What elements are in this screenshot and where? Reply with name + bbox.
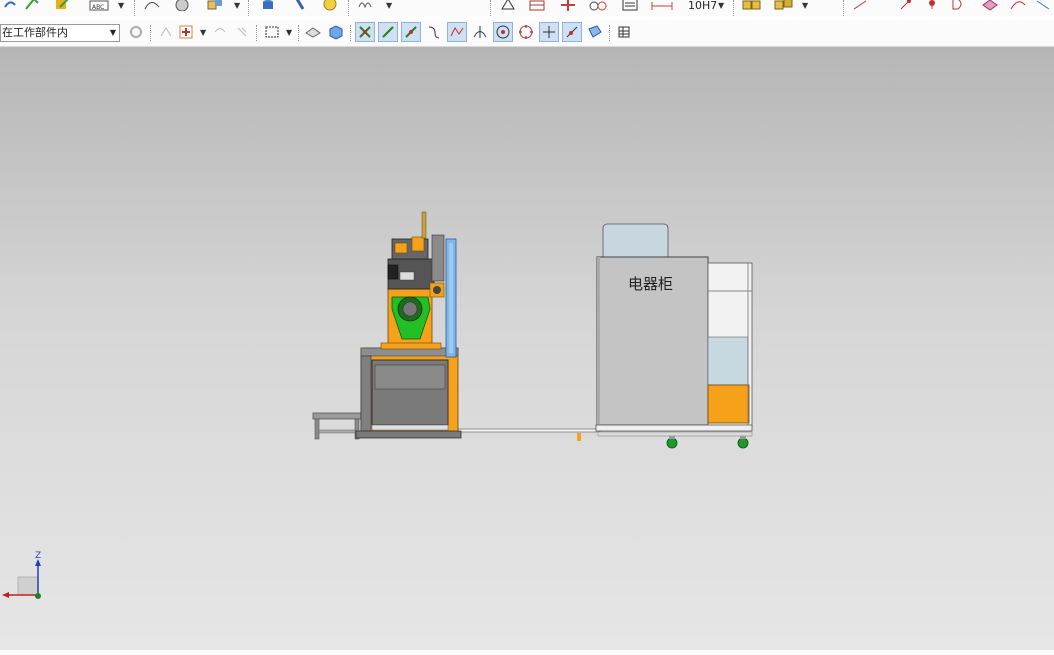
snap-intersection-icon[interactable] bbox=[470, 22, 490, 42]
assembly-tool-icon[interactable] bbox=[205, 0, 225, 14]
top-toolbar: ABC ▼ ▼ ▼ 10H7 ▼ ▼ bbox=[0, 0, 1054, 16]
snap-point-on-face-icon[interactable] bbox=[585, 22, 605, 42]
coordinate-triad bbox=[2, 559, 41, 599]
curve-extract-icon[interactable] bbox=[1008, 0, 1028, 14]
layer-grid-icon[interactable] bbox=[614, 22, 634, 42]
spring-tool-icon[interactable] bbox=[356, 0, 376, 14]
separator bbox=[350, 25, 352, 41]
robot-body bbox=[380, 211, 445, 350]
cross-tool-icon[interactable] bbox=[558, 0, 578, 14]
svg-text:ABC: ABC bbox=[92, 4, 104, 11]
robot-base-frame bbox=[355, 347, 462, 439]
graphics-viewport[interactable]: 电器柜 Z bbox=[0, 47, 1054, 650]
select-add-dropdown-arrow[interactable]: ▼ bbox=[200, 28, 206, 37]
snap-point-on-curve-icon[interactable] bbox=[562, 22, 582, 42]
note-icon[interactable] bbox=[620, 0, 640, 14]
snap-endpoint-icon[interactable] bbox=[355, 22, 375, 42]
sphere-tool-icon[interactable] bbox=[172, 0, 192, 14]
separator bbox=[843, 0, 845, 16]
separator bbox=[248, 0, 250, 16]
snap-existing-point-icon[interactable] bbox=[539, 22, 559, 42]
snap-quadrant-icon[interactable] bbox=[516, 22, 536, 42]
pin-icon[interactable] bbox=[290, 0, 310, 14]
marker-tool-icon[interactable] bbox=[922, 0, 942, 14]
snap-midpoint-icon[interactable] bbox=[401, 22, 421, 42]
snap-center-icon[interactable] bbox=[493, 22, 513, 42]
snap-line-icon[interactable] bbox=[378, 22, 398, 42]
step-platform bbox=[312, 412, 364, 440]
status-strip bbox=[0, 650, 1054, 655]
sketch-tool-icon[interactable] bbox=[22, 0, 42, 14]
tolerance-dropdown-arrow[interactable]: ▼ bbox=[718, 1, 724, 10]
trim-curve-icon[interactable] bbox=[1034, 0, 1054, 14]
table-grid-icon[interactable] bbox=[527, 0, 547, 14]
feature-tool-icon[interactable] bbox=[52, 0, 72, 14]
view-cube-icon[interactable] bbox=[326, 22, 346, 42]
separator bbox=[150, 25, 152, 41]
select-add-icon[interactable] bbox=[176, 22, 196, 42]
triad-z-label: Z bbox=[35, 551, 42, 561]
tolerance-label[interactable]: 10H7 bbox=[688, 0, 717, 12]
measure-circles-icon[interactable] bbox=[588, 0, 608, 14]
shape-d-icon[interactable] bbox=[948, 0, 968, 14]
part-group-icon[interactable] bbox=[772, 0, 796, 14]
triangle-icon[interactable] bbox=[498, 0, 518, 14]
selection-scope-value: 在工作部件内 bbox=[2, 26, 68, 39]
rotate-disabled-icon[interactable] bbox=[210, 22, 230, 42]
separator bbox=[348, 0, 350, 16]
cabinet-label: 电器柜 bbox=[628, 275, 674, 293]
rectangle-select-dropdown-arrow[interactable]: ▼ bbox=[286, 28, 292, 37]
part-dropdown-arrow[interactable]: ▼ bbox=[802, 1, 808, 10]
snap-control-point-icon[interactable] bbox=[447, 22, 467, 42]
separator bbox=[733, 0, 735, 16]
material-icon[interactable] bbox=[320, 0, 340, 14]
plane-tool-icon[interactable] bbox=[980, 0, 1000, 14]
separator bbox=[256, 25, 258, 41]
show-hide-icon[interactable] bbox=[303, 22, 323, 42]
part-icon[interactable] bbox=[740, 0, 764, 14]
point-tool-icon[interactable] bbox=[895, 0, 915, 14]
floor-rail bbox=[454, 428, 601, 441]
line-tool-icon[interactable] bbox=[850, 0, 870, 14]
separator bbox=[490, 0, 492, 16]
curve-tool-icon[interactable] bbox=[142, 0, 162, 14]
chevron-down-icon: ▼ bbox=[109, 28, 116, 37]
snap-point-disabled-icon[interactable] bbox=[156, 22, 176, 42]
undo-icon[interactable] bbox=[0, 0, 20, 14]
rectangle-select-icon[interactable] bbox=[262, 22, 282, 42]
assembly-dropdown-arrow[interactable]: ▼ bbox=[234, 1, 240, 10]
blue-column bbox=[445, 238, 457, 358]
text-annotation-icon[interactable]: ABC bbox=[88, 0, 112, 14]
separator bbox=[134, 0, 136, 16]
selection-toolbar: ▼ ▼ bbox=[0, 20, 1054, 47]
model-canvas bbox=[2, 211, 753, 599]
dimension-icon[interactable] bbox=[650, 0, 674, 14]
spring-dropdown-arrow[interactable]: ▼ bbox=[386, 1, 392, 10]
move-disabled-icon[interactable] bbox=[232, 22, 252, 42]
snap-curve-icon[interactable] bbox=[424, 22, 444, 42]
separator bbox=[298, 25, 300, 41]
text-dropdown-arrow[interactable]: ▼ bbox=[118, 1, 124, 10]
electrical-cabinet bbox=[595, 223, 753, 449]
selection-scope-dropdown[interactable]: 在工作部件内 ▼ bbox=[0, 24, 120, 42]
separator bbox=[609, 25, 611, 41]
database-icon[interactable] bbox=[258, 0, 278, 14]
filter-settings-icon[interactable] bbox=[126, 22, 146, 42]
